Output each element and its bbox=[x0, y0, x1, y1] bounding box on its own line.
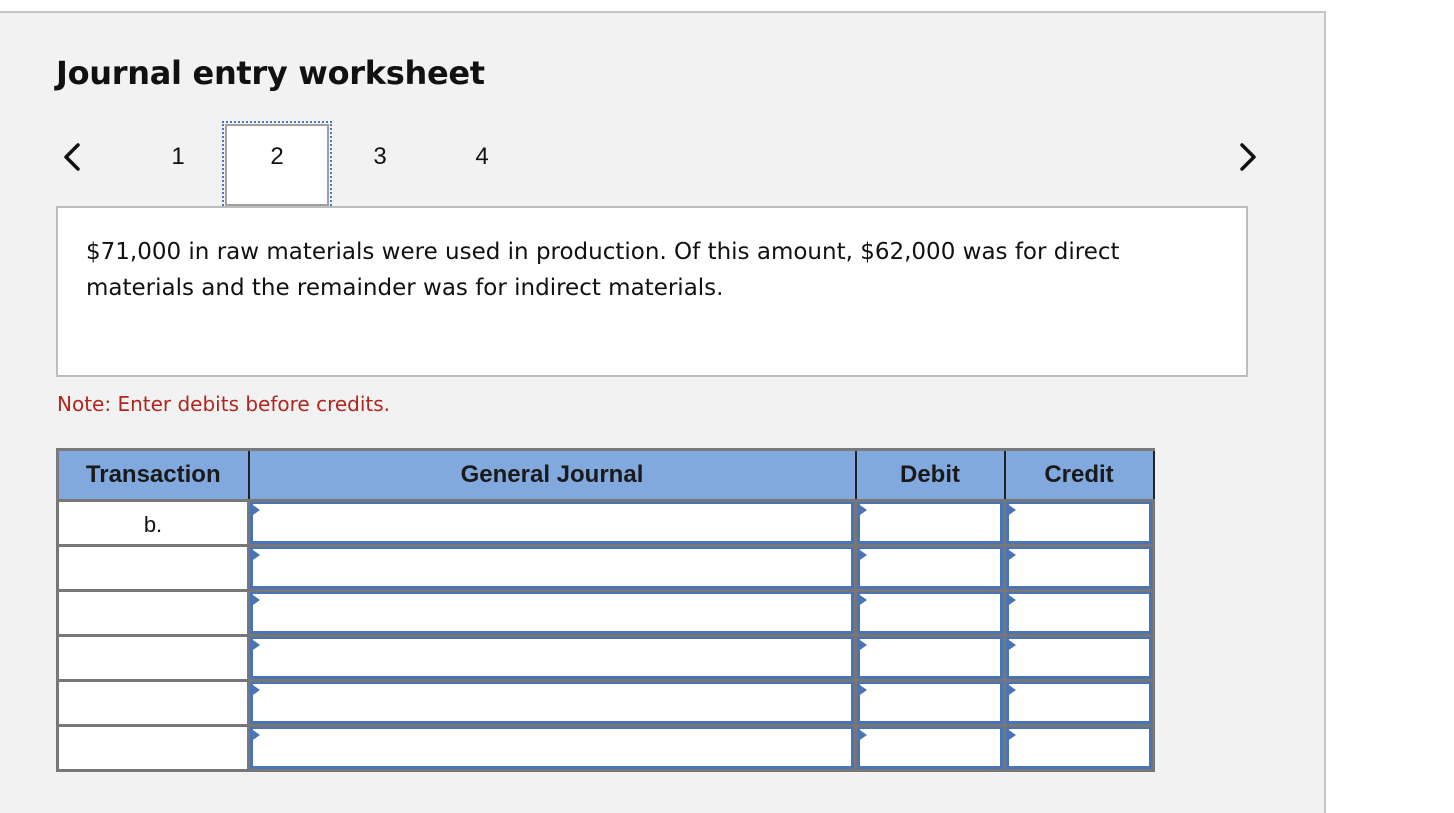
account-cell bbox=[247, 589, 857, 637]
credit-cell bbox=[1003, 724, 1155, 772]
table-row bbox=[56, 634, 1155, 682]
transaction-cell: b. bbox=[56, 499, 250, 547]
credit-input[interactable] bbox=[1006, 547, 1152, 589]
account-dropdown[interactable] bbox=[250, 502, 854, 544]
debit-input[interactable] bbox=[857, 502, 1003, 544]
cell-marker-icon bbox=[250, 683, 260, 697]
transaction-cell bbox=[56, 589, 250, 637]
debit-cell bbox=[854, 544, 1006, 592]
credit-input[interactable] bbox=[1006, 727, 1152, 769]
table-row bbox=[56, 679, 1155, 727]
cell-marker-icon bbox=[250, 548, 260, 562]
account-dropdown[interactable] bbox=[250, 547, 854, 589]
cell-marker-icon bbox=[857, 728, 867, 742]
previous-button[interactable] bbox=[56, 140, 86, 174]
account-cell bbox=[247, 499, 857, 547]
debit-cell bbox=[854, 634, 1006, 682]
account-cell bbox=[247, 724, 857, 772]
cell-marker-icon bbox=[250, 503, 260, 517]
page-tab-3[interactable]: 3 bbox=[350, 140, 410, 174]
page-tab-2[interactable]: 2 bbox=[222, 121, 332, 209]
transaction-cell bbox=[56, 679, 250, 727]
transaction-cell bbox=[56, 544, 250, 592]
page-tab-1[interactable]: 1 bbox=[148, 140, 208, 174]
debit-cell bbox=[854, 589, 1006, 637]
transaction-description: $71,000 in raw materials were used in pr… bbox=[86, 239, 1120, 301]
transaction-description-box: $71,000 in raw materials were used in pr… bbox=[56, 206, 1248, 377]
table-row: b. bbox=[56, 499, 1155, 547]
cell-marker-icon bbox=[1006, 638, 1016, 652]
cell-marker-icon bbox=[250, 593, 260, 607]
credit-cell bbox=[1003, 634, 1155, 682]
credit-input[interactable] bbox=[1006, 592, 1152, 634]
next-button[interactable] bbox=[1234, 140, 1264, 174]
cell-marker-icon bbox=[857, 638, 867, 652]
account-cell bbox=[247, 634, 857, 682]
debit-cell bbox=[854, 724, 1006, 772]
chevron-right-icon bbox=[1240, 143, 1256, 171]
table-row bbox=[56, 589, 1155, 637]
credit-cell bbox=[1003, 679, 1155, 727]
column-header-credit: Credit bbox=[1003, 448, 1155, 502]
account-dropdown[interactable] bbox=[250, 592, 854, 634]
cell-marker-icon bbox=[857, 593, 867, 607]
credit-cell bbox=[1003, 544, 1155, 592]
column-header-general-journal: General Journal bbox=[247, 448, 857, 502]
debit-input[interactable] bbox=[857, 637, 1003, 679]
cell-marker-icon bbox=[1006, 728, 1016, 742]
table-row bbox=[56, 544, 1155, 592]
column-header-debit: Debit bbox=[854, 448, 1006, 502]
chevron-left-icon bbox=[64, 143, 80, 171]
debit-input[interactable] bbox=[857, 547, 1003, 589]
table-row bbox=[56, 724, 1155, 772]
account-cell bbox=[247, 679, 857, 727]
debit-input[interactable] bbox=[857, 592, 1003, 634]
page-title: Journal entry worksheet bbox=[56, 54, 485, 92]
cell-marker-icon bbox=[250, 728, 260, 742]
page-tab-4[interactable]: 4 bbox=[452, 140, 512, 174]
cell-marker-icon bbox=[857, 548, 867, 562]
cell-marker-icon bbox=[857, 683, 867, 697]
cell-marker-icon bbox=[1006, 593, 1016, 607]
account-dropdown[interactable] bbox=[250, 682, 854, 724]
cell-marker-icon bbox=[1006, 548, 1016, 562]
debit-input[interactable] bbox=[857, 727, 1003, 769]
transaction-cell bbox=[56, 724, 250, 772]
debit-input[interactable] bbox=[857, 682, 1003, 724]
credit-input[interactable] bbox=[1006, 502, 1152, 544]
transaction-label: b. bbox=[143, 512, 163, 537]
account-dropdown[interactable] bbox=[250, 637, 854, 679]
credit-input[interactable] bbox=[1006, 637, 1152, 679]
column-header-transaction: Transaction bbox=[56, 448, 250, 502]
cell-marker-icon bbox=[1006, 503, 1016, 517]
journal-table: Transaction General Journal Debit Credit… bbox=[56, 448, 1155, 772]
debit-cell bbox=[854, 679, 1006, 727]
instruction-note: Note: Enter debits before credits. bbox=[57, 392, 391, 416]
cell-marker-icon bbox=[857, 503, 867, 517]
transaction-cell bbox=[56, 634, 250, 682]
account-cell bbox=[247, 544, 857, 592]
debit-cell bbox=[854, 499, 1006, 547]
account-dropdown[interactable] bbox=[250, 727, 854, 769]
credit-input[interactable] bbox=[1006, 682, 1152, 724]
table-header-row: Transaction General Journal Debit Credit bbox=[56, 448, 1155, 502]
credit-cell bbox=[1003, 499, 1155, 547]
credit-cell bbox=[1003, 589, 1155, 637]
cell-marker-icon bbox=[250, 638, 260, 652]
cell-marker-icon bbox=[1006, 683, 1016, 697]
